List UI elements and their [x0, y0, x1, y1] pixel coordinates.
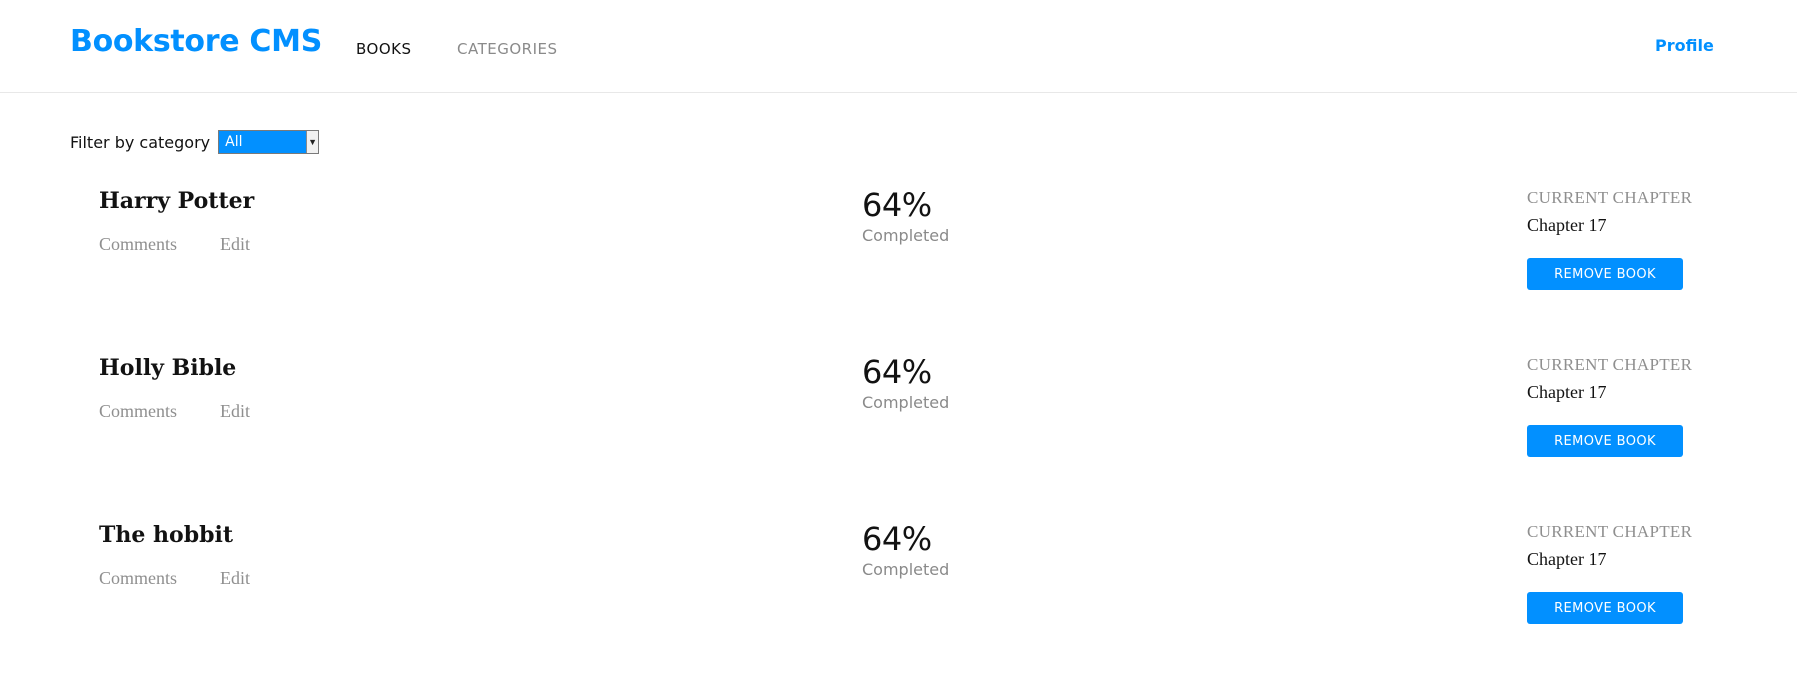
book-title: Holly Bible	[99, 355, 237, 381]
book-title: Harry Potter	[99, 188, 255, 214]
completed-label: Completed	[862, 226, 950, 245]
remove-book-button[interactable]: REMOVE BOOK	[1527, 425, 1683, 457]
current-chapter-value: Chapter 17	[1527, 549, 1607, 569]
progress-percent: 64%	[862, 186, 932, 224]
category-select-value: All	[225, 134, 243, 150]
current-chapter-label: CURRENT CHAPTER	[1527, 355, 1693, 374]
chevron-down-icon[interactable]: ▼	[306, 131, 319, 153]
current-chapter-label: CURRENT CHAPTER	[1527, 188, 1693, 207]
edit-button[interactable]: Edit	[220, 568, 250, 589]
profile-link[interactable]: Profile	[1655, 36, 1714, 55]
book-item: Harry Potter Comments Edit 64% Completed…	[70, 186, 1720, 348]
progress-percent: 64%	[862, 520, 932, 558]
category-select[interactable]: All ▼	[218, 130, 320, 154]
current-chapter-value: Chapter 17	[1527, 215, 1607, 235]
edit-button[interactable]: Edit	[220, 234, 250, 255]
book-title: The hobbit	[99, 522, 233, 548]
completed-label: Completed	[862, 560, 950, 579]
nav-books[interactable]: BOOKS	[356, 40, 412, 58]
book-item: Holly Bible Comments Edit 64% Completed …	[70, 353, 1720, 515]
header: Bookstore CMS BOOKS CATEGORIES Profile	[0, 0, 1797, 93]
book-item: The hobbit Comments Edit 64% Completed C…	[70, 520, 1720, 682]
comments-button[interactable]: Comments	[99, 401, 177, 422]
filter-label: Filter by category	[70, 132, 211, 152]
current-chapter-value: Chapter 17	[1527, 382, 1607, 402]
nav-categories[interactable]: CATEGORIES	[457, 40, 558, 58]
category-filter: Filter by category All ▼	[70, 130, 320, 154]
remove-book-button[interactable]: REMOVE BOOK	[1527, 592, 1683, 624]
current-chapter-label: CURRENT CHAPTER	[1527, 522, 1693, 541]
edit-button[interactable]: Edit	[220, 401, 250, 422]
completed-label: Completed	[862, 393, 950, 412]
comments-button[interactable]: Comments	[99, 568, 177, 589]
progress-percent: 64%	[862, 353, 932, 391]
logo[interactable]: Bookstore CMS	[70, 24, 322, 59]
comments-button[interactable]: Comments	[99, 234, 177, 255]
remove-book-button[interactable]: REMOVE BOOK	[1527, 258, 1683, 290]
